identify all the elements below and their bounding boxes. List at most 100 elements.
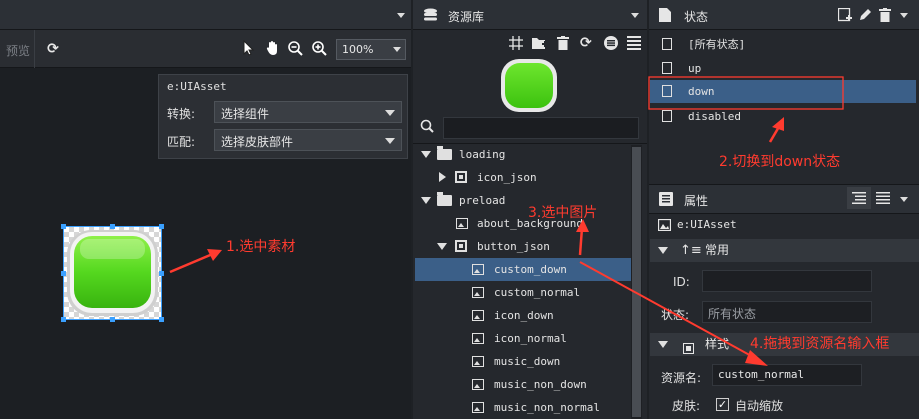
panel-menu-icon[interactable] [900, 197, 908, 202]
state-item-label: disabled [688, 110, 741, 123]
properties-panel-title: 属性 [684, 194, 709, 208]
tree-item-preload[interactable]: preload [415, 189, 633, 212]
component-name: e:UIAsset [677, 218, 737, 231]
add-folder-icon[interactable] [532, 36, 548, 53]
chevron-down-icon[interactable] [658, 341, 668, 348]
state-item-up[interactable]: up [650, 57, 916, 80]
category-view-button[interactable] [847, 187, 871, 209]
list-view-icon[interactable] [876, 192, 890, 207]
chevron-down-icon[interactable] [658, 247, 668, 254]
tree-item-label: custom_down [494, 263, 567, 276]
chevron-down-icon [385, 110, 395, 116]
state-label: 状态: [661, 308, 690, 322]
resource-name-value: custom_normal [718, 368, 805, 381]
convert-label: 转换: [167, 107, 196, 121]
state-item-all[interactable]: [所有状态] [650, 33, 916, 56]
panel-menu-icon[interactable] [631, 13, 639, 18]
grid-icon[interactable] [509, 36, 523, 53]
edit-pencil-icon[interactable] [858, 8, 872, 25]
tree-item-custom-normal[interactable]: custom_normal [415, 281, 633, 304]
popup-title: e:UIAsset [167, 80, 227, 93]
image-file-icon [472, 402, 484, 413]
section-style-title: 样式 [705, 337, 730, 351]
tree-item-icon-normal[interactable]: icon_normal [415, 327, 633, 350]
convert-select-value: 选择组件 [221, 107, 270, 121]
canvas-selected-asset[interactable] [61, 224, 164, 322]
resource-library-tab[interactable]: 资源库 [413, 0, 647, 30]
resize-handle[interactable] [159, 224, 164, 229]
chevron-down-icon [393, 47, 401, 52]
section-common[interactable]: ↑≡ 常用 [650, 239, 919, 262]
chevron-down-icon[interactable] [437, 243, 447, 250]
tree-item-music-non-normal[interactable]: music_non_normal [415, 396, 633, 419]
image-file-icon [472, 264, 484, 275]
hand-pan-icon[interactable] [264, 40, 282, 58]
resource-search-input[interactable] [443, 117, 639, 139]
annotation-step4: 4.拖拽到资源名输入框 [750, 336, 890, 352]
tree-item-label: icon_down [494, 309, 554, 322]
resource-name-input[interactable]: custom_normal [712, 364, 862, 386]
state-item-down[interactable]: down [650, 80, 916, 103]
state-item-label: down [688, 85, 715, 98]
resize-handle[interactable] [61, 224, 66, 229]
tree-item-button-json[interactable]: button_json [415, 235, 633, 258]
state-item-disabled[interactable]: disabled [650, 105, 916, 128]
tree-item-label: music_non_normal [494, 401, 600, 414]
chevron-down-icon[interactable] [421, 197, 431, 204]
image-file-icon [472, 287, 484, 298]
state-panel-title: 状态 [684, 10, 709, 24]
panel-menu-icon[interactable] [900, 13, 908, 18]
tree-item-loading[interactable]: loading [415, 143, 633, 166]
tree-item-label: loading [459, 148, 506, 161]
resize-handle[interactable] [61, 271, 66, 276]
folder-icon [437, 146, 452, 160]
image-file-icon [472, 356, 484, 367]
refresh-icon[interactable]: ⟳ [44, 40, 62, 58]
green-button-image [67, 230, 158, 316]
resize-handle[interactable] [61, 317, 66, 322]
annotation-step1: 1.选中素材 [226, 239, 296, 255]
asset-preview-image [500, 58, 558, 116]
tree-item-about-background[interactable]: about_background [415, 212, 633, 235]
resource-library-title: 资源库 [448, 10, 485, 24]
trash-icon[interactable] [557, 36, 569, 53]
resize-handle[interactable] [110, 317, 115, 322]
resize-handle[interactable] [159, 317, 164, 322]
refresh-icon[interactable]: ⟳ [580, 35, 592, 51]
tree-item-music-down[interactable]: music_down [415, 350, 633, 373]
chevron-right-icon[interactable] [439, 172, 446, 182]
zoom-select[interactable]: 100% [336, 39, 406, 60]
chevron-down-icon [385, 138, 395, 144]
match-select[interactable]: 选择皮肤部件 [214, 129, 402, 151]
auto-scale-checkbox[interactable]: ✓ [716, 398, 729, 411]
resize-handle[interactable] [159, 271, 164, 276]
tree-item-label: preload [459, 194, 506, 207]
preview-label[interactable]: 预览 [6, 42, 30, 59]
list-view-icon[interactable] [604, 36, 618, 53]
state-file-icon [659, 8, 671, 25]
design-view-tab-bar [0, 0, 411, 30]
annotation-step2: 2.切换到down状态 [719, 154, 841, 170]
detail-view-icon[interactable] [627, 36, 641, 53]
state-item-label: [所有状态] [688, 38, 746, 51]
trash-icon[interactable] [879, 8, 891, 25]
tree-scrollbar-thumb[interactable] [632, 147, 641, 417]
resize-handle[interactable] [110, 224, 115, 229]
id-input[interactable] [702, 270, 872, 292]
chevron-down-icon[interactable] [421, 151, 431, 158]
match-select-value: 选择皮肤部件 [221, 135, 294, 149]
state-item-label: up [688, 62, 702, 75]
tree-item-icon-json[interactable]: icon_json [415, 166, 633, 189]
tree-item-icon-down[interactable]: icon_down [415, 304, 633, 327]
panel-menu-icon[interactable] [397, 13, 405, 18]
zoom-in-icon[interactable] [310, 40, 328, 58]
convert-select[interactable]: 选择组件 [214, 101, 402, 123]
id-label: ID: [673, 275, 690, 289]
section-common-title: 常用 [705, 243, 730, 257]
select-arrow-icon[interactable] [240, 39, 258, 58]
zoom-out-icon[interactable] [286, 40, 304, 58]
tree-item-custom-down[interactable]: custom_down [415, 258, 633, 281]
state-input[interactable]: 所有状态 [702, 301, 872, 323]
add-state-icon[interactable] [837, 7, 852, 25]
tree-item-music-non-down[interactable]: music_non_down [415, 373, 633, 396]
